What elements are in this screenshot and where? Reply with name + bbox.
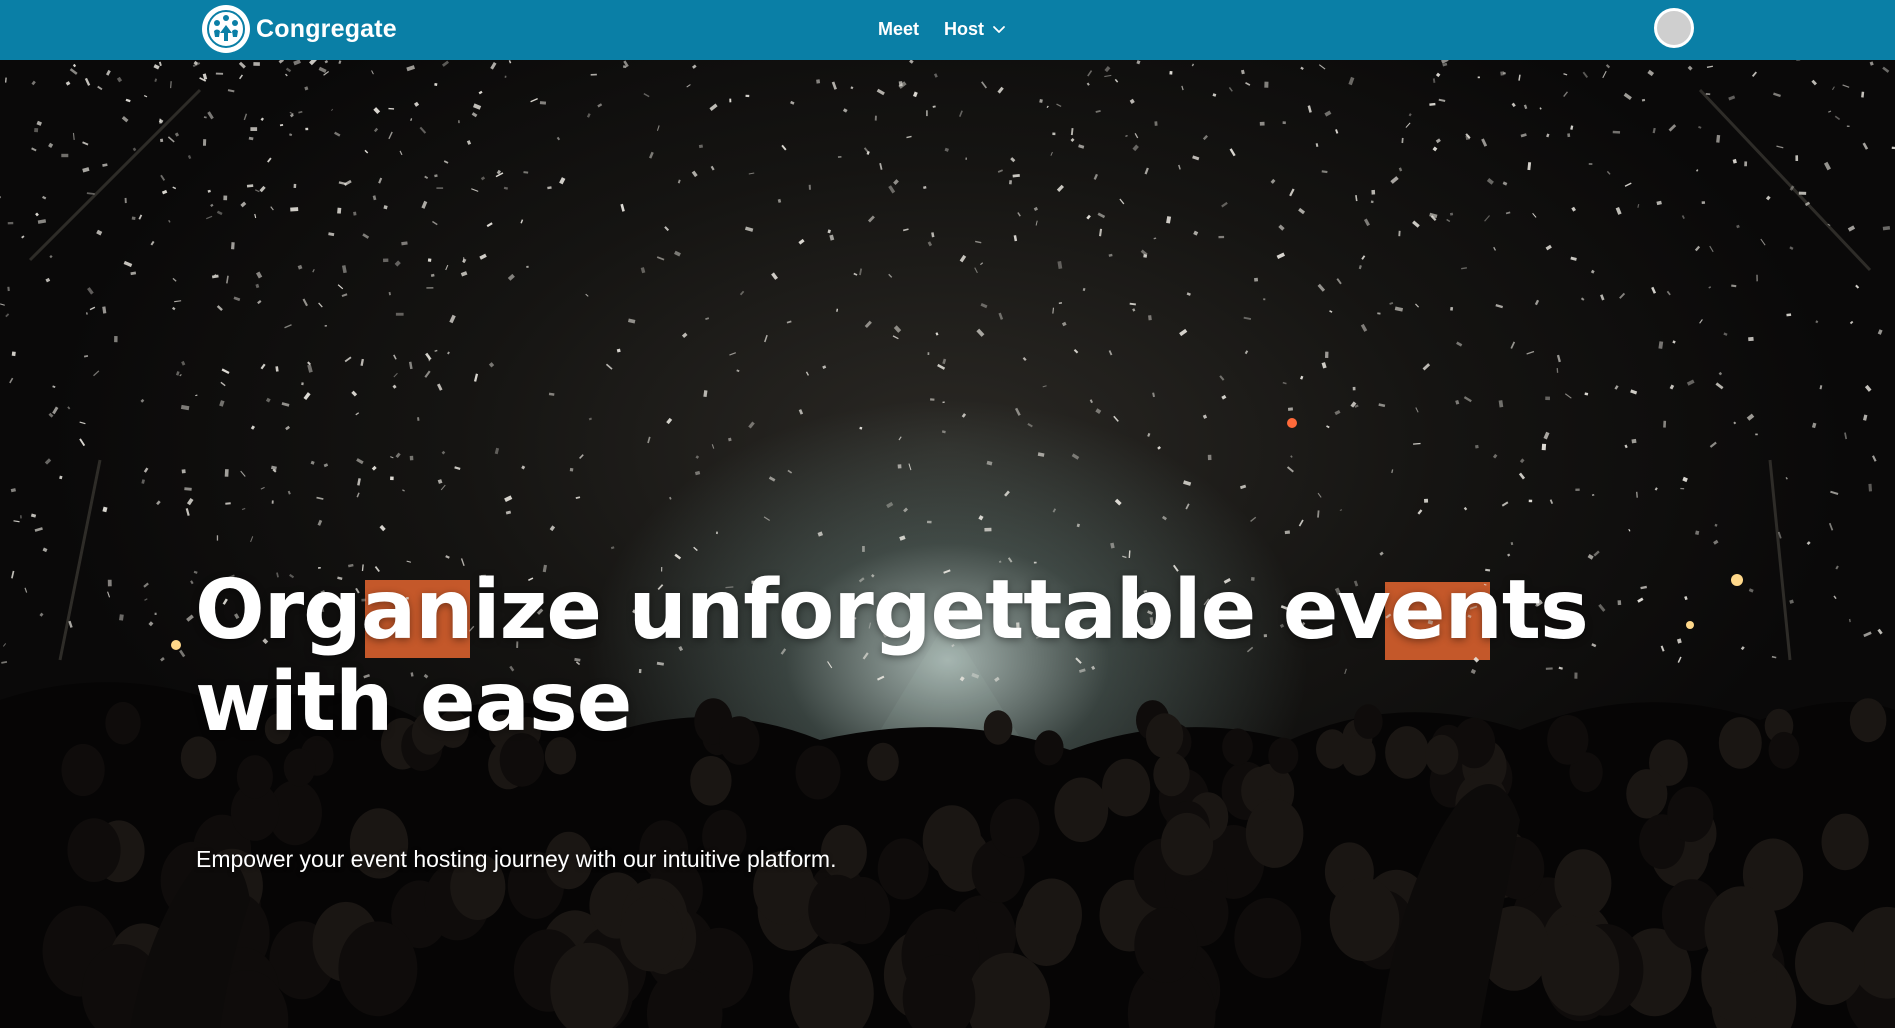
chevron-down-icon — [992, 24, 1006, 34]
top-navbar: Congregate Meet Host — [0, 0, 1895, 60]
hero-subtitle: Empower your event hosting journey with … — [196, 846, 837, 872]
brand-name: Congregate — [256, 14, 397, 43]
nav-host-label: Host — [944, 18, 985, 39]
main-nav: Meet Host — [878, 0, 1031, 58]
people-group-icon — [202, 5, 250, 53]
brand-home-link[interactable]: Congregate — [202, 5, 397, 53]
nav-meet-link[interactable]: Meet — [878, 19, 919, 40]
concert-crowd-background-image — [0, 60, 1895, 1028]
hero-section: Organize unforgettable events with ease … — [0, 60, 1895, 1028]
nav-meet-label: Meet — [878, 18, 920, 39]
hero-title: Organize unforgettable events with ease — [195, 563, 1589, 750]
user-avatar-button[interactable] — [1654, 8, 1694, 48]
nav-host-dropdown[interactable]: Host — [944, 19, 1006, 40]
